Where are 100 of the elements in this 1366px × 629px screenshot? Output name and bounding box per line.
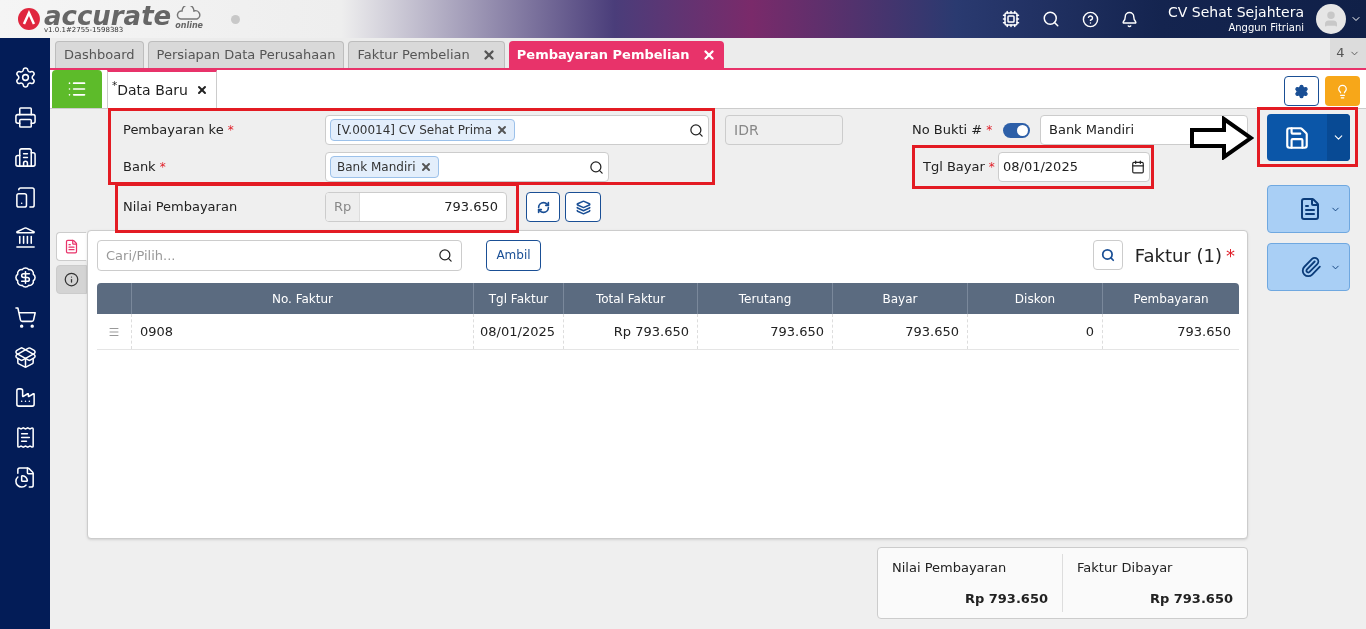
ai-chip-icon[interactable] <box>1002 10 1020 28</box>
tab-label: Persiapan Data Perusahaan <box>156 46 336 65</box>
summary-value: Rp 793.650 <box>1149 589 1233 608</box>
report-icon[interactable] <box>13 466 37 489</box>
search-icon[interactable] <box>689 122 704 138</box>
field-label: Bank * <box>123 158 167 177</box>
app-suffix: online <box>175 20 204 32</box>
field-label: Tgl Bayar * <box>923 158 996 177</box>
drag-handle-icon[interactable] <box>108 325 120 338</box>
table-cell-text: 793.650 <box>1176 322 1232 341</box>
app-name: accurate <box>43 4 172 27</box>
calendar-icon[interactable] <box>1131 160 1145 174</box>
column-header[interactable]: Tgl Faktur <box>474 283 564 314</box>
tab-label: Faktur Pembelian <box>357 46 470 65</box>
currency-prefix: Rp <box>326 193 361 221</box>
settings-icon <box>1294 83 1309 99</box>
close-icon[interactable] <box>195 84 208 96</box>
field-label: No Bukti # * <box>912 121 994 140</box>
search-icon <box>1100 248 1115 262</box>
avatar[interactable] <box>1316 4 1346 34</box>
auto-number-toggle[interactable] <box>1003 122 1030 138</box>
refresh-button[interactable] <box>526 192 560 222</box>
layers-button[interactable] <box>565 192 601 222</box>
search-icon[interactable] <box>1042 10 1060 28</box>
table-cell: 793.650 <box>833 314 968 349</box>
summary-value: Rp 793.650 <box>964 589 1048 608</box>
search-icon[interactable] <box>438 247 453 263</box>
save-icon <box>1284 124 1310 151</box>
selected-chip[interactable]: [V.00014] CV Sehat Prima <box>330 119 516 141</box>
summary-label: Nilai Pembayaran <box>892 559 1008 577</box>
tab-count-button[interactable]: 4 <box>1330 38 1366 68</box>
cloud-icon <box>176 6 203 20</box>
document-icon <box>64 239 79 254</box>
summary-label: Faktur Dibayar <box>1077 559 1174 577</box>
save-button[interactable] <box>1267 114 1350 161</box>
selected-chip[interactable]: Bank Mandiri <box>330 156 439 178</box>
arrow-icon <box>1190 116 1254 160</box>
tab[interactable]: Persiapan Data Perusahaan <box>147 41 345 68</box>
package-icon[interactable] <box>13 346 37 369</box>
search-field[interactable]: Cari/Pilih... <box>97 239 462 271</box>
bank-field[interactable]: Bank Mandiri <box>325 152 609 182</box>
panel-title: Faktur (1) <box>1134 243 1222 268</box>
fetch-button[interactable]: Ambil <box>486 239 541 271</box>
amount-field[interactable]: Rp 793.650 <box>325 192 507 222</box>
currency-field: IDR <box>725 115 843 145</box>
remove-icon[interactable] <box>419 161 432 173</box>
tab[interactable]: Faktur Pembelian <box>348 41 505 68</box>
user-name: Anggun Fitriani <box>1228 21 1304 34</box>
info-icon <box>64 272 79 287</box>
help-icon[interactable] <box>1082 10 1099 28</box>
tablet-icon[interactable] <box>13 186 37 209</box>
date-value: 08/01/2025 <box>1003 158 1079 177</box>
column-header[interactable]: Pembayaran <box>1103 283 1239 314</box>
column-header[interactable]: No. Faktur <box>132 283 474 314</box>
table-cell: 0 <box>968 314 1103 349</box>
required-mark: * <box>1226 243 1235 268</box>
settings-button[interactable] <box>1284 76 1319 106</box>
required-mark: * <box>159 160 166 175</box>
lightbulb-icon <box>1335 83 1350 99</box>
tab-label: Dashboard <box>64 46 135 65</box>
column-header[interactable]: Terutang <box>698 283 833 314</box>
column-header[interactable]: Total Faktur <box>564 283 698 314</box>
search-icon[interactable] <box>589 159 604 175</box>
notification-icon[interactable] <box>1121 10 1138 28</box>
required-mark: * <box>986 123 993 138</box>
side-tab[interactable] <box>56 232 87 261</box>
user-icon <box>1322 10 1340 28</box>
column-header[interactable]: Bayar <box>833 283 968 314</box>
column-header[interactable]: Diskon <box>968 283 1103 314</box>
printer-icon[interactable] <box>13 106 37 129</box>
table-cell: 0908 <box>132 314 474 349</box>
gear-icon[interactable] <box>13 66 37 89</box>
date-field[interactable]: 08/01/2025 <box>998 152 1150 182</box>
building-icon[interactable] <box>13 146 37 169</box>
amount-value: 793.650 <box>443 198 499 217</box>
form-tab-label: $^{*}$Data Baru <box>112 79 188 100</box>
list-icon <box>67 79 87 99</box>
field-label: Pembayaran ke * <box>123 121 235 140</box>
refresh-icon <box>536 200 550 214</box>
table-cell: 793.650 <box>698 314 833 349</box>
print-button[interactable] <box>1267 185 1350 233</box>
logo-icon <box>18 8 40 30</box>
attachment-button[interactable] <box>1267 243 1350 291</box>
tab-label: Pembayaran Pembelian <box>516 45 690 64</box>
document-icon <box>1298 197 1322 221</box>
paperclip-icon <box>1300 256 1322 278</box>
factory-icon[interactable] <box>13 386 37 409</box>
bank-icon[interactable] <box>13 226 37 249</box>
side-tab[interactable] <box>56 265 87 294</box>
tab[interactable]: Dashboard <box>55 41 144 68</box>
required-mark: * <box>988 160 995 175</box>
search-button[interactable] <box>1092 240 1123 270</box>
remove-icon[interactable] <box>496 124 509 136</box>
form-tab[interactable]: $^{*}$Data Baru <box>107 70 217 108</box>
vendor-field[interactable]: [V.00014] CV Sehat Prima <box>325 115 709 145</box>
tab[interactable]: Pembayaran Pembelian <box>508 41 724 68</box>
cart-icon[interactable] <box>13 306 37 329</box>
table-cell: 08/01/2025 <box>474 314 564 349</box>
company-name: CV Sehat Sejahtera <box>1168 4 1304 22</box>
required-mark: * <box>227 123 234 138</box>
